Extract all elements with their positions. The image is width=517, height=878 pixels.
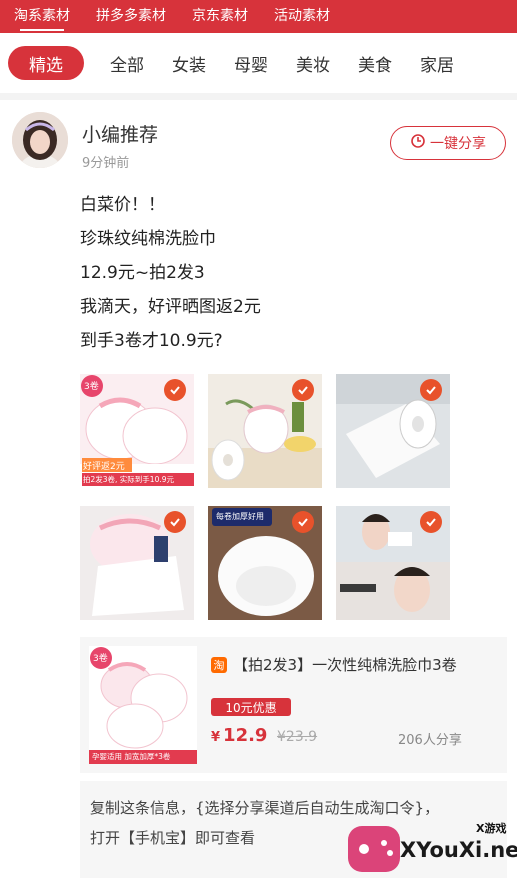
post-card: 小编推荐 9分钟前 一键分享 白菜价！！ 珍珠纹纯棉洗脸巾 12.9元~拍2发3… bbox=[0, 100, 517, 878]
avatar[interactable] bbox=[12, 112, 68, 168]
image-note: 好评返2元 bbox=[83, 462, 125, 472]
share-button-label: 一键分享 bbox=[430, 136, 486, 152]
post-line: 珍珠纹纯棉洗脸巾 bbox=[80, 229, 216, 249]
category-featured[interactable]: 精选 bbox=[8, 46, 84, 80]
tab-activity-materials[interactable]: 活动素材 bbox=[274, 0, 330, 33]
product-title[interactable]: 【拍2发3】一次性纯棉洗脸巾3卷 bbox=[233, 654, 457, 675]
tab-jd-materials[interactable]: 京东素材 bbox=[192, 0, 248, 33]
author-name: 小编推荐 bbox=[82, 124, 159, 146]
category-food[interactable]: 美食 bbox=[358, 51, 392, 76]
selected-check-icon[interactable] bbox=[164, 379, 186, 401]
watermark-text: XYouXi.net bbox=[400, 838, 517, 862]
selected-check-icon[interactable] bbox=[164, 511, 186, 533]
image-banner: 每卷加厚好用 bbox=[216, 512, 264, 521]
taobao-icon: 淘 bbox=[211, 656, 227, 673]
share-icon bbox=[410, 133, 426, 153]
top-tab-bar: 淘系素材 拼多多素材 京东素材 活动素材 bbox=[0, 0, 517, 33]
post-line: 12.9元~拍2发3 bbox=[80, 263, 205, 283]
category-beauty[interactable]: 美妆 bbox=[296, 51, 330, 76]
selected-check-icon[interactable] bbox=[420, 379, 442, 401]
post-text: 白菜价！！ 珍珠纹纯棉洗脸巾 12.9元~拍2发3 我滴天，好评晒图返2元 到手… bbox=[80, 188, 261, 358]
post-line: 白菜价！！ bbox=[80, 195, 165, 215]
selected-check-icon[interactable] bbox=[292, 379, 314, 401]
product-image-2[interactable] bbox=[208, 374, 322, 488]
category-all[interactable]: 全部 bbox=[110, 51, 144, 76]
image-badge: 3卷 bbox=[84, 382, 99, 392]
product-card[interactable]: 3卷 孕婴适用 加宽加厚*3卷 淘 【拍2发3】一次性纯棉洗脸巾3卷 10元优惠… bbox=[80, 637, 507, 773]
category-home[interactable]: 家居 bbox=[420, 51, 454, 76]
product-image-3[interactable] bbox=[336, 374, 450, 488]
coupon-badge: 10元优惠 bbox=[211, 698, 291, 716]
product-image-4[interactable] bbox=[80, 506, 194, 620]
thumbnail-badge: 3卷 bbox=[93, 654, 108, 664]
tab-taoxi-materials[interactable]: 淘系素材 bbox=[14, 0, 70, 33]
one-click-share-button[interactable]: 一键分享 bbox=[390, 126, 506, 160]
tab-pdd-materials[interactable]: 拼多多素材 bbox=[96, 0, 166, 33]
watermark-small: X游戏 bbox=[476, 822, 507, 835]
product-image-1[interactable]: 3卷 好评返2元 拍2发3卷, 实际到手10.9元 bbox=[80, 374, 194, 488]
original-price: ¥23.9 bbox=[277, 729, 318, 745]
category-bar: 精选 全部 女装 母婴 美妆 美食 家居 bbox=[0, 33, 517, 93]
product-image-5[interactable]: 每卷加厚好用 bbox=[208, 506, 322, 620]
product-price: ¥12.9 bbox=[211, 725, 268, 746]
share-count: 206人分享 bbox=[398, 733, 462, 748]
category-womens-wear[interactable]: 女装 bbox=[172, 51, 206, 76]
post-time: 9分钟前 bbox=[82, 156, 130, 171]
post-line: 到手3卷才10.9元? bbox=[80, 331, 223, 351]
category-mother-baby[interactable]: 母婴 bbox=[234, 51, 268, 76]
product-image-6[interactable] bbox=[336, 506, 450, 620]
image-footer: 拍2发3卷, 实际到手10.9元 bbox=[83, 475, 175, 484]
thumbnail-footer: 孕婴适用 加宽加厚*3卷 bbox=[92, 752, 171, 761]
selected-check-icon[interactable] bbox=[292, 511, 314, 533]
product-thumbnail[interactable]: 3卷 孕婴适用 加宽加厚*3卷 bbox=[89, 646, 197, 764]
selected-check-icon[interactable] bbox=[420, 511, 442, 533]
site-watermark: X游戏 XYouXi.net bbox=[348, 818, 517, 878]
product-title-row: 淘 【拍2发3】一次性纯棉洗脸巾3卷 bbox=[211, 654, 457, 675]
post-line: 我滴天，好评晒图返2元 bbox=[80, 297, 261, 317]
